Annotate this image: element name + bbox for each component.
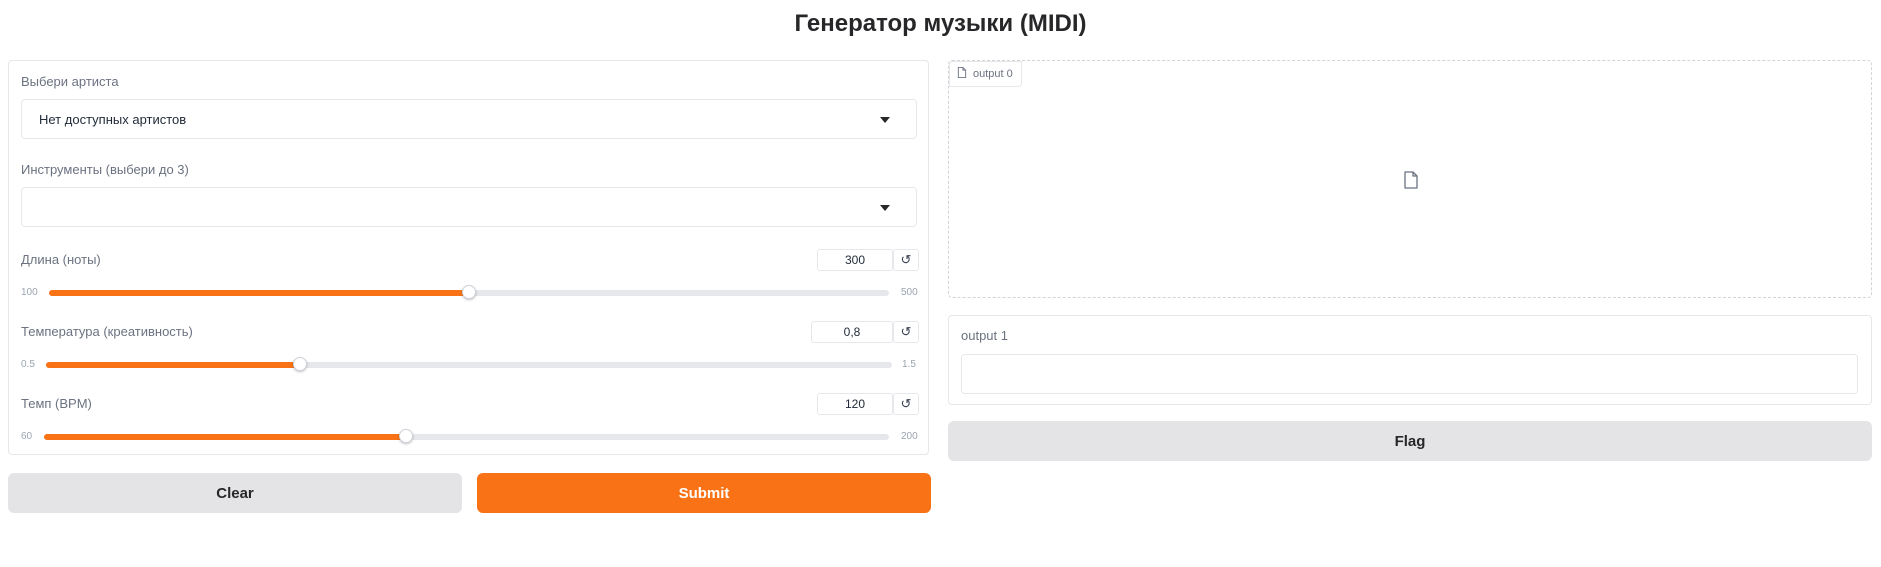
file-output-area[interactable]: output 0 <box>948 60 1872 298</box>
tempo-slider[interactable] <box>44 429 889 443</box>
tempo-min-label: 60 <box>21 431 33 442</box>
instruments-dropdown[interactable] <box>21 187 917 227</box>
temperature-max-label: 1.5 <box>902 359 916 370</box>
page-title: Генератор музыки (MIDI) <box>794 10 1087 37</box>
length-min-label: 100 <box>21 287 38 298</box>
chevron-down-icon <box>880 205 890 211</box>
file-output-label-text: output 0 <box>973 68 1013 80</box>
tempo-max-label: 200 <box>901 431 918 442</box>
temperature-slider-fill <box>46 362 300 368</box>
temperature-reset-button[interactable]: ↺ <box>893 321 919 343</box>
tempo-reset-button[interactable]: ↺ <box>893 393 919 415</box>
chevron-down-icon <box>880 117 890 123</box>
artist-label: Выбери артиста <box>21 74 119 89</box>
clear-button[interactable]: Clear <box>8 473 462 513</box>
inputs-panel: Выбери артиста Нет доступных артистов Ин… <box>8 60 929 455</box>
tempo-slider-fill <box>44 434 407 440</box>
tempo-label: Темп (BPM) <box>21 396 92 411</box>
temperature-label: Температура (креативность) <box>21 324 193 339</box>
length-slider-thumb[interactable] <box>462 285 476 299</box>
length-slider[interactable] <box>49 285 889 299</box>
output-text-panel: output 1 <box>948 315 1872 405</box>
artist-dropdown[interactable]: Нет доступных артистов <box>21 99 917 139</box>
temperature-min-label: 0.5 <box>21 359 35 370</box>
output-text-field[interactable] <box>961 354 1858 394</box>
flag-button[interactable]: Flag <box>948 421 1872 461</box>
artist-dropdown-value: Нет доступных артистов <box>39 112 187 127</box>
temperature-number-input[interactable]: 0,8 <box>811 321 893 343</box>
instruments-label: Инструменты (выбери до 3) <box>21 162 189 177</box>
length-reset-button[interactable]: ↺ <box>893 249 919 271</box>
length-label: Длина (ноты) <box>21 252 101 267</box>
file-output-label: output 0 <box>949 61 1022 87</box>
tempo-number-input[interactable]: 120 <box>817 393 893 415</box>
length-number-input[interactable]: 300 <box>817 249 893 271</box>
length-slider-fill <box>49 290 469 296</box>
submit-button[interactable]: Submit <box>477 473 931 513</box>
tempo-slider-thumb[interactable] <box>399 429 414 443</box>
output-text-label: output 1 <box>961 328 1008 343</box>
file-icon <box>1404 171 1418 189</box>
length-max-label: 500 <box>901 287 918 298</box>
temperature-slider[interactable] <box>46 357 892 371</box>
temperature-slider-thumb[interactable] <box>292 357 307 371</box>
file-icon <box>957 67 967 78</box>
